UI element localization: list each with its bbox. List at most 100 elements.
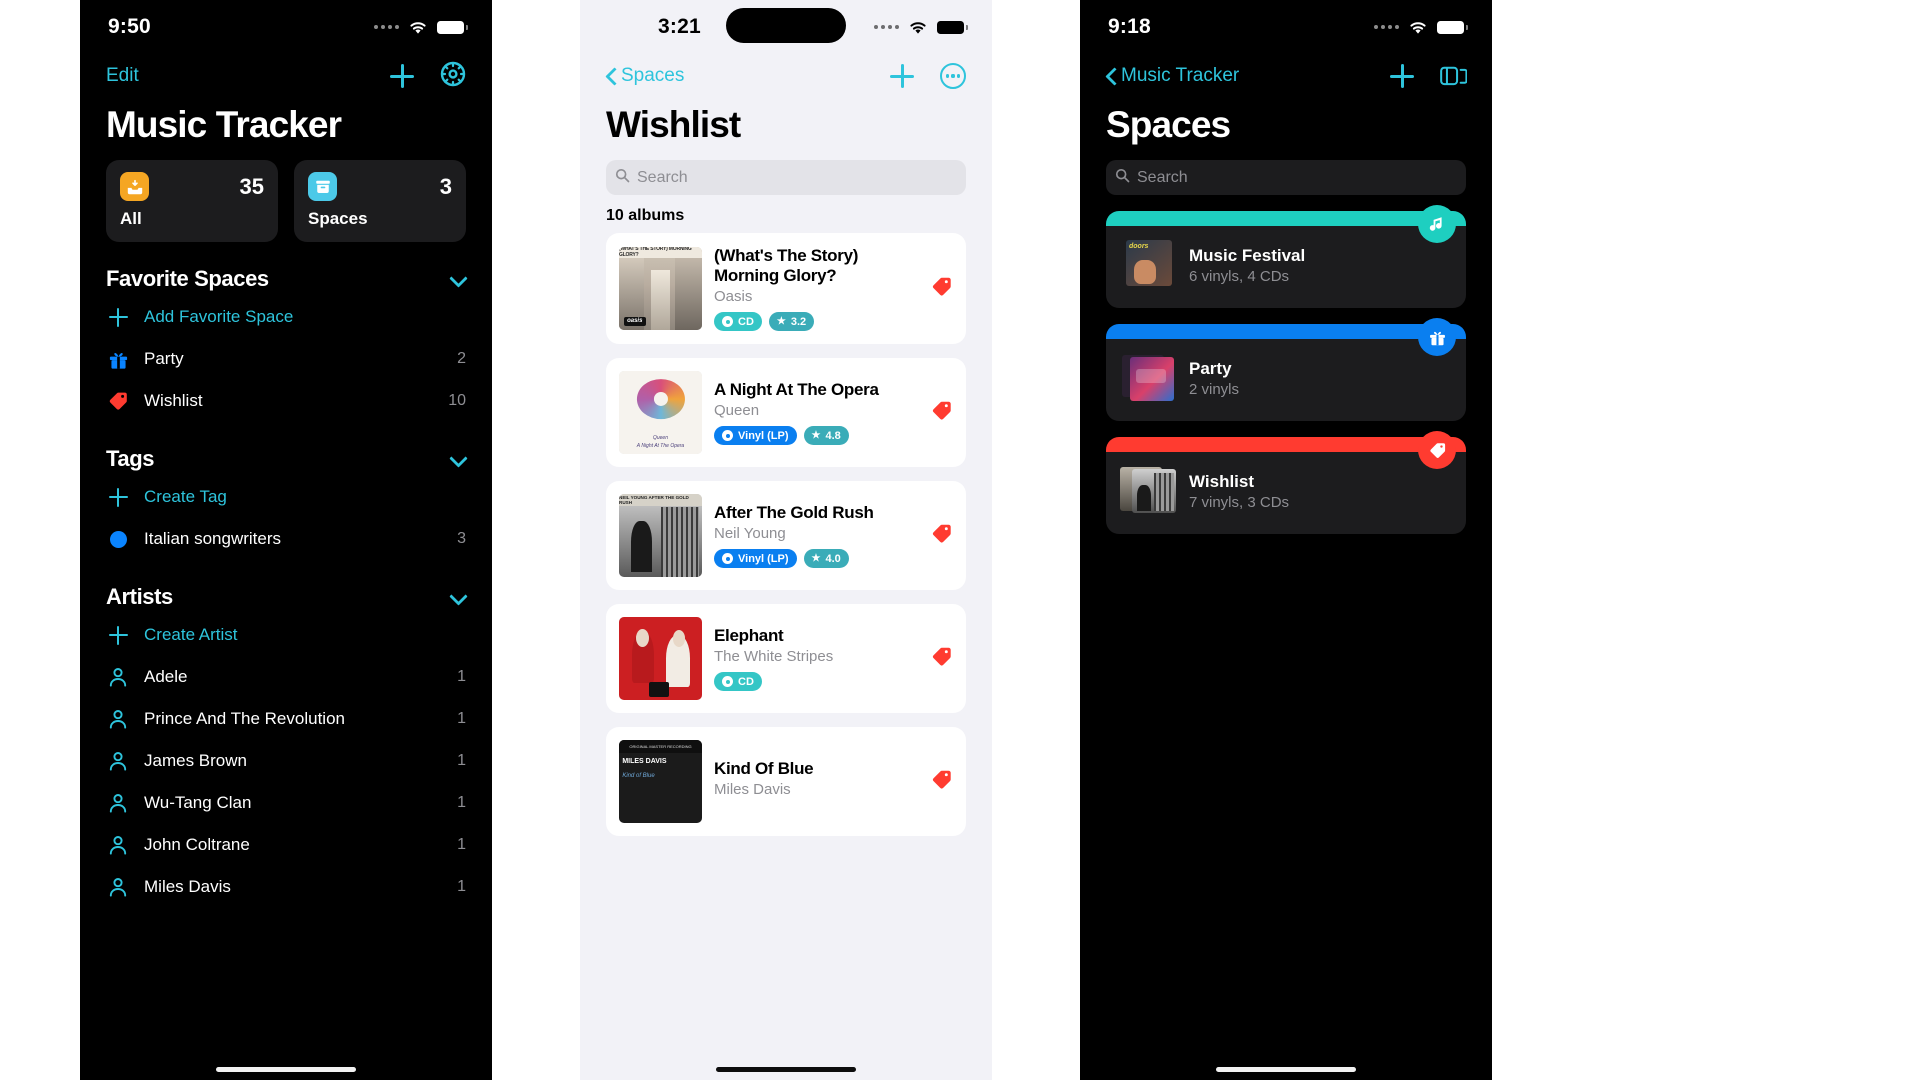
album-card[interactable]: NEIL YOUNG AFTER THE GOLD RUSH After The … <box>606 481 966 591</box>
wifi-icon <box>908 20 928 35</box>
panel-gap-1 <box>492 0 580 1080</box>
gift-icon <box>106 349 130 370</box>
badge-format: CD <box>714 672 762 692</box>
search-icon <box>1115 168 1130 188</box>
artist-list: Adele 1 Prince And The Revolution 1 James Br… <box>80 656 492 908</box>
space-card[interactable]: Party 2 vinyls <box>1106 318 1466 421</box>
search-input[interactable]: Search <box>1106 160 1466 195</box>
section-header-artists[interactable]: Artists <box>80 560 492 614</box>
space-card[interactable]: Wishlist 7 vinyls, 3 CDs <box>1106 431 1466 534</box>
create-tag-button[interactable]: Create Tag <box>80 476 492 518</box>
person-icon <box>106 751 130 772</box>
badge-rating: ★ 3.2 <box>768 312 815 332</box>
badge-label: Vinyl (LP) <box>738 429 789 442</box>
chevron-down-icon[interactable] <box>450 451 466 467</box>
create-artist-button[interactable]: Create Artist <box>80 614 492 656</box>
phone-spaces: 9:18 Music Tracker Spaces Search doors M… <box>1080 0 1492 1080</box>
sidebar-item-artist[interactable]: Wu-Tang Clan 1 <box>80 782 492 824</box>
space-card[interactable]: doors Music Festival 6 vinyls, 4 CDs <box>1106 205 1466 308</box>
search-input[interactable]: Search <box>606 160 966 195</box>
tag-icon[interactable] <box>930 645 953 673</box>
sidebar-item-artist[interactable]: Prince And The Revolution 1 <box>80 698 492 740</box>
person-icon <box>106 709 130 730</box>
stat-card-all[interactable]: 35 All <box>106 160 278 242</box>
person-icon <box>106 793 130 814</box>
person-icon <box>106 667 130 688</box>
sidebar-item-italian-songwriters[interactable]: Italian songwriters 3 <box>80 518 492 560</box>
tag-icon[interactable] <box>930 522 953 550</box>
battery-icon <box>937 20 968 34</box>
sidebar-layout-icon[interactable] <box>1440 64 1468 88</box>
album-title: Elephant <box>714 626 784 646</box>
sidebar-item-party[interactable]: Party 2 <box>80 338 492 380</box>
gear-icon[interactable] <box>440 61 466 92</box>
album-title: A Night At The Opera <box>714 380 879 400</box>
chevron-down-icon[interactable] <box>450 589 466 605</box>
space-badge-icon <box>1418 431 1456 469</box>
chevron-down-icon[interactable] <box>450 271 466 287</box>
album-card[interactable]: ORIGINAL MASTER RECORDING MILES DAVIS Kind… <box>606 727 966 837</box>
person-icon <box>106 877 130 898</box>
section-title: Tags <box>106 446 155 471</box>
phone-music-tracker: 9:50 Edit Music Tracker 35 All 3 Spaces … <box>80 0 492 1080</box>
disc-icon <box>722 553 733 565</box>
badge-label: CD <box>738 315 754 328</box>
plus-icon[interactable] <box>390 64 414 88</box>
row-label: Wishlist <box>144 391 203 410</box>
sidebar-item-artist[interactable]: Adele 1 <box>80 656 492 698</box>
search-placeholder: Search <box>637 168 688 186</box>
row-label: James Brown <box>144 751 247 770</box>
album-title: Kind Of Blue <box>714 758 814 778</box>
dynamic-island <box>726 8 846 43</box>
plus-icon[interactable] <box>890 64 914 88</box>
section-header-favorite-spaces[interactable]: Favorite Spaces <box>80 242 492 296</box>
row-label: Adele <box>144 667 188 686</box>
tag-icon[interactable] <box>930 399 953 427</box>
album-count-label: 10 albums <box>606 207 685 224</box>
tag-icon[interactable] <box>930 768 953 796</box>
inbox-icon <box>120 172 149 201</box>
sidebar-item-artist[interactable]: Miles Davis 1 <box>80 866 492 908</box>
badge-label: Vinyl (LP) <box>738 552 789 565</box>
nav-bar-1: Edit <box>80 54 492 98</box>
tag-icon[interactable] <box>930 275 953 303</box>
disc-icon <box>722 676 733 688</box>
sidebar-item-artist[interactable]: John Coltrane 1 <box>80 824 492 866</box>
row-count: 1 <box>457 794 466 811</box>
plus-icon[interactable] <box>1390 64 1414 88</box>
section-header-tags[interactable]: Tags <box>80 422 492 476</box>
stat-card-spaces[interactable]: 3 Spaces <box>294 160 466 242</box>
back-button-spaces[interactable]: Spaces <box>606 65 684 87</box>
album-artist: The White Stripes <box>714 648 834 666</box>
page-title: Spaces <box>1106 104 1231 145</box>
phone-wishlist: 3:21 Spaces Wishlist Search 10 albums (W… <box>580 0 992 1080</box>
album-card[interactable]: (WHAT'S THE STORY) MORNING GLORY? oasis (W… <box>606 233 966 345</box>
star-icon: ★ <box>811 430 821 442</box>
badge-label: 3.2 <box>790 315 807 328</box>
add-favorite-space-button[interactable]: Add Favorite Space <box>80 296 492 338</box>
back-button-music-tracker[interactable]: Music Tracker <box>1106 65 1239 87</box>
person-icon <box>106 835 130 856</box>
album-card[interactable]: Queen A Night At The Opera A Night At The … <box>606 358 966 468</box>
sidebar-item-artist[interactable]: James Brown 1 <box>80 740 492 782</box>
back-label: Music Tracker <box>1121 65 1240 86</box>
page-title: Wishlist <box>606 104 741 145</box>
space-badge-icon <box>1418 205 1456 243</box>
album-card[interactable]: Elephant The White Stripes CD <box>606 604 966 714</box>
battery-icon <box>437 20 468 34</box>
sidebar-item-wishlist[interactable]: Wishlist 10 <box>80 380 492 422</box>
row-count: 2 <box>457 350 466 367</box>
home-indicator <box>716 1067 856 1072</box>
add-label: Add Favorite Space <box>144 307 294 326</box>
page-title: Music Tracker <box>106 104 342 145</box>
section-title: Artists <box>106 584 173 609</box>
album-badges: Vinyl (LP) ★ 4.0 <box>714 549 912 569</box>
chevron-left-icon <box>1106 67 1117 86</box>
badge-format: CD <box>714 312 762 332</box>
left-margin <box>0 0 80 1080</box>
battery-icon <box>1437 20 1468 34</box>
edit-button[interactable]: Edit <box>106 65 139 87</box>
ellipsis-circle-icon[interactable] <box>940 63 966 89</box>
album-title: After The Gold Rush <box>714 503 874 523</box>
row-label: Italian songwriters <box>144 529 282 548</box>
